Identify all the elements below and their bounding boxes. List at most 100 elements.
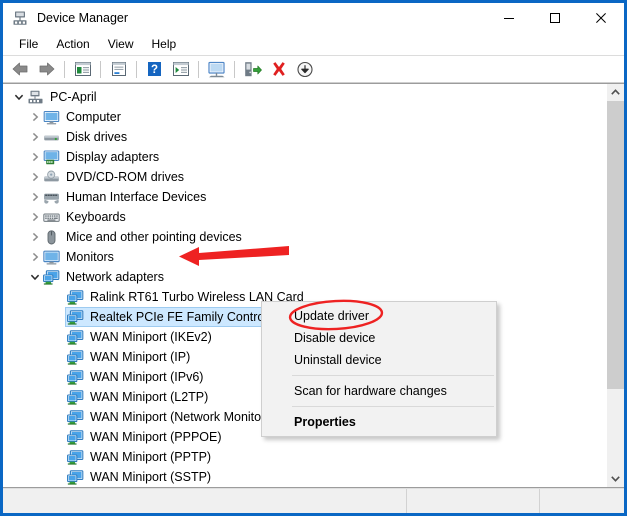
tree-row-label: WAN Miniport (L2TP): [90, 390, 209, 404]
window-title: Device Manager: [37, 11, 129, 25]
scroll-up-arrow[interactable]: [607, 84, 624, 101]
network-adapter-icon: [67, 329, 87, 345]
status-pane-2: [407, 489, 540, 513]
scroll-thumb[interactable]: [607, 101, 624, 389]
menu-view[interactable]: View: [99, 35, 143, 53]
tree-row-label: WAN Miniport (Network Monitor): [90, 410, 270, 424]
action-menu-icon[interactable]: [168, 57, 193, 81]
tree-row[interactable]: Monitors: [3, 247, 606, 267]
tree-twisty-collapsed[interactable]: [27, 227, 43, 247]
tree-twisty-expanded[interactable]: [11, 87, 27, 107]
maximize-button[interactable]: [532, 3, 578, 33]
context-menu-item[interactable]: Scan for hardware changes: [262, 380, 496, 402]
tree-twisty-expanded[interactable]: [27, 267, 43, 287]
tree-row-label: PC-April: [50, 90, 97, 104]
disable-device-icon[interactable]: [292, 57, 317, 81]
network-adapter-icon: [67, 429, 87, 445]
tree-row-label: Computer: [66, 110, 121, 124]
toolbar-separator: [100, 60, 101, 78]
close-button[interactable]: [578, 3, 624, 33]
tree-row[interactable]: PC-April: [3, 87, 606, 107]
tree-twisty-none: [51, 287, 67, 307]
context-menu-separator: [292, 375, 494, 376]
scan-for-hardware-changes-icon[interactable]: [204, 57, 229, 81]
device-manager-window: Device Manager File Action View Help ? P…: [0, 0, 627, 516]
show-hide-console-tree-icon[interactable]: [70, 57, 95, 81]
context-menu-item[interactable]: Disable device: [262, 327, 496, 349]
menu-help[interactable]: Help: [143, 35, 186, 53]
tree-row[interactable]: Human Interface Devices: [3, 187, 606, 207]
tree-twisty-none: [51, 327, 67, 347]
tree-row[interactable]: Keyboards: [3, 207, 606, 227]
keyboard-icon: [43, 209, 63, 225]
tree-row-label: Network adapters: [66, 270, 164, 284]
scroll-down-arrow[interactable]: [607, 470, 624, 487]
tree-row[interactable]: WAN Miniport (PPTP): [3, 447, 606, 467]
context-menu-item[interactable]: Properties: [262, 411, 496, 433]
menu-action[interactable]: Action: [47, 35, 98, 53]
status-pane-1: [3, 489, 407, 513]
uninstall-device-icon[interactable]: [266, 57, 291, 81]
tree-twisty-collapsed[interactable]: [27, 187, 43, 207]
svg-text:?: ?: [151, 64, 158, 76]
tree-twisty-none: [51, 367, 67, 387]
network-adapter-icon: [67, 309, 87, 325]
tree-twisty-collapsed[interactable]: [27, 247, 43, 267]
status-pane-3: [540, 489, 624, 513]
tree-row-label: WAN Miniport (IKEv2): [90, 330, 212, 344]
minimize-button[interactable]: [486, 3, 532, 33]
network-adapter-icon: [43, 269, 63, 285]
tree-twisty-collapsed[interactable]: [27, 107, 43, 127]
forward-icon[interactable]: [34, 57, 59, 81]
back-icon[interactable]: [8, 57, 33, 81]
tree-twisty-none: [51, 447, 67, 467]
title-bar: Device Manager: [3, 3, 624, 33]
scroll-track[interactable]: [607, 101, 624, 470]
context-menu-item[interactable]: Uninstall device: [262, 349, 496, 371]
tree-row[interactable]: Mice and other pointing devices: [3, 227, 606, 247]
network-adapter-icon: [67, 409, 87, 425]
tree-twisty-none: [51, 427, 67, 447]
tree-row-label: Realtek PCIe FE Family Controller: [90, 310, 282, 324]
tree-row[interactable]: Disk drives: [3, 127, 606, 147]
display-adapter-icon: [43, 149, 63, 165]
tree-row[interactable]: DVD/CD-ROM drives: [3, 167, 606, 187]
network-adapter-icon: [67, 349, 87, 365]
tree-row-label: WAN Miniport (IPv6): [90, 370, 204, 384]
tree-row[interactable]: Computer: [3, 107, 606, 127]
disk-drive-icon: [43, 129, 63, 145]
context-menu-item[interactable]: Update driver: [262, 305, 496, 327]
tree-twisty-collapsed[interactable]: [27, 167, 43, 187]
tree-twisty-none: [51, 407, 67, 427]
tree-row-label: Mice and other pointing devices: [66, 230, 242, 244]
tree-twisty-collapsed[interactable]: [27, 207, 43, 227]
vertical-scrollbar[interactable]: [606, 84, 624, 487]
tree-twisty-collapsed[interactable]: [27, 127, 43, 147]
tree-row-label: Disk drives: [66, 130, 128, 144]
network-adapter-icon: [67, 289, 87, 305]
network-adapter-icon: [67, 449, 87, 465]
toolbar: ?: [3, 55, 624, 83]
caption-buttons: [486, 3, 624, 33]
tree-row-label: Monitors: [66, 250, 114, 264]
menu-file[interactable]: File: [10, 35, 47, 53]
tree-row-label: WAN Miniport (SSTP): [90, 470, 212, 484]
computer-root-icon: [27, 89, 47, 105]
tree-twisty-none: [51, 387, 67, 407]
tree-row-label: Display adapters: [66, 150, 160, 164]
status-bar: [3, 488, 624, 513]
help-icon[interactable]: ?: [142, 57, 167, 81]
hid-icon: [43, 189, 63, 205]
network-adapter-icon: [67, 389, 87, 405]
tree-row[interactable]: Network adapters: [3, 267, 606, 287]
tree-row[interactable]: Display adapters: [3, 147, 606, 167]
tree-twisty-none: [51, 467, 67, 487]
tree-row[interactable]: WAN Miniport (SSTP): [3, 467, 606, 487]
mouse-icon: [43, 229, 63, 245]
tree-row-label: WAN Miniport (PPTP): [90, 450, 212, 464]
context-menu[interactable]: Update driver Disable device Uninstall dev…: [261, 301, 497, 437]
properties-icon[interactable]: [106, 57, 131, 81]
update-driver-icon[interactable]: [240, 57, 265, 81]
toolbar-separator: [198, 60, 199, 78]
tree-twisty-collapsed[interactable]: [27, 147, 43, 167]
